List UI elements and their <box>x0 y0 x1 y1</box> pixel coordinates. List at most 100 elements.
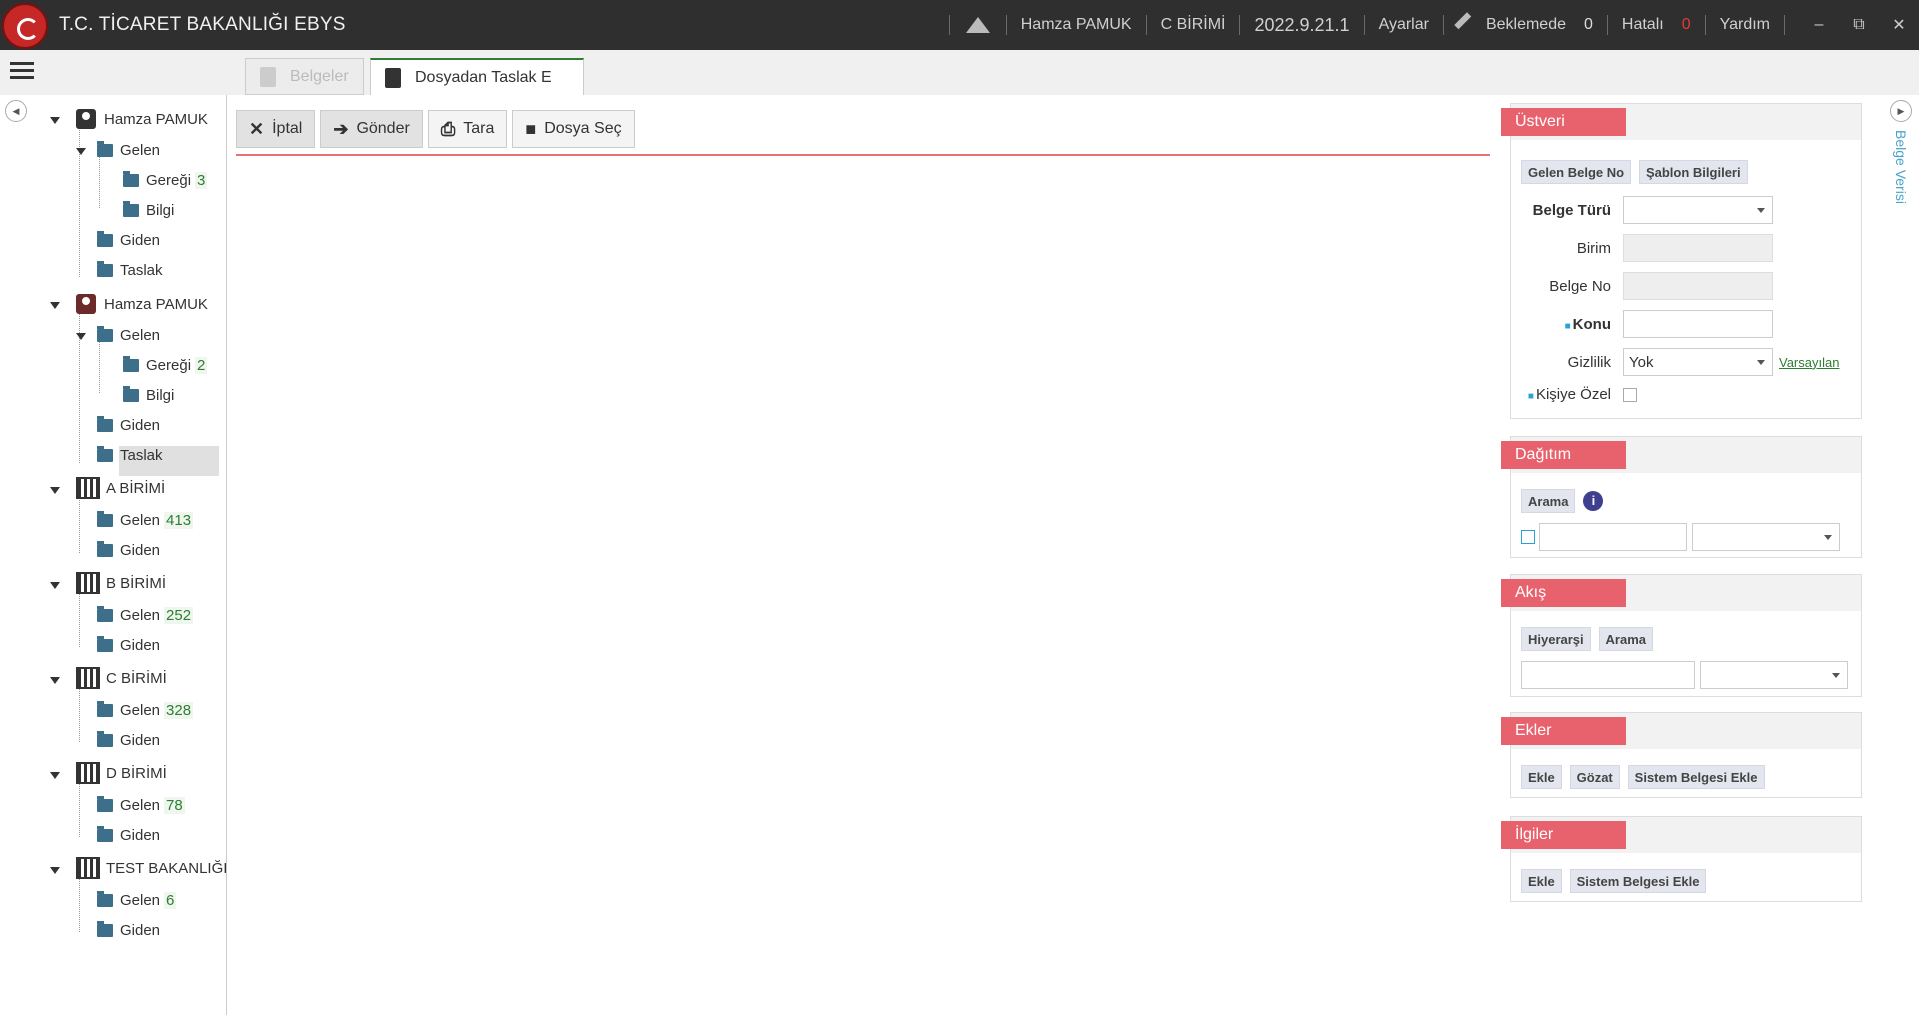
menu-icon[interactable] <box>10 62 34 80</box>
tree-node-taslak[interactable]: Taslak <box>97 259 163 281</box>
tree-node-giden[interactable]: Giden <box>97 824 160 846</box>
flow-section: Akış Hiyerarşi Arama <box>1501 574 1862 697</box>
related-add-system-doc-button[interactable]: Sistem Belgesi Ekle <box>1569 869 1707 893</box>
section-title: Dağıtım <box>1501 441 1626 469</box>
tree-node-gelen[interactable]: Gelen 328 <box>97 699 194 721</box>
document-icon <box>385 67 401 88</box>
tree-node-taslak[interactable]: Taslak <box>97 444 163 466</box>
scan-button[interactable]: ⎙ Tara <box>427 110 508 148</box>
doc-type-select[interactable] <box>1623 196 1773 224</box>
close-button[interactable]: ✕ <box>1879 15 1919 35</box>
user-badge-icon <box>76 294 96 314</box>
flow-input[interactable] <box>1521 661 1695 689</box>
tree-node-giden[interactable]: Giden <box>97 919 160 941</box>
tree-node-gelen[interactable]: Gelen <box>97 139 160 161</box>
tree-node-giden[interactable]: Giden <box>97 729 160 751</box>
folder-icon <box>123 355 139 372</box>
unit-label: Birim <box>1576 239 1611 257</box>
send-button[interactable]: ➔ Gönder <box>320 110 423 148</box>
folder-icon <box>97 325 113 342</box>
close-icon: ✕ <box>249 118 265 139</box>
tree-node-bilgi[interactable]: Bilgi <box>123 199 174 221</box>
settings-link[interactable]: Ayarlar <box>1379 16 1429 34</box>
info-icon[interactable]: i <box>1583 491 1604 511</box>
flow-search-button[interactable]: Arama <box>1598 627 1654 651</box>
chevron-down-icon <box>1832 673 1840 678</box>
document-data-side-tab[interactable]: Belge Verisi <box>1893 130 1909 204</box>
tree-node-user1[interactable]: Hamza PAMUK <box>76 108 208 130</box>
tree-node-gelen[interactable]: Gelen 6 <box>97 889 177 911</box>
browse-button[interactable]: Gözat <box>1569 765 1620 789</box>
flow-select[interactable] <box>1700 661 1848 689</box>
section-title: Akış <box>1501 579 1626 607</box>
document-icon <box>260 66 276 87</box>
privacy-label: Gizlilik <box>1567 353 1611 371</box>
tree-node-user2[interactable]: Hamza PAMUK <box>76 293 208 315</box>
tree-node-geregi[interactable]: Gereği 3 <box>123 169 208 191</box>
personal-checkbox[interactable] <box>1623 387 1637 402</box>
user-name[interactable]: Hamza PAMUK <box>1021 16 1132 34</box>
default-link[interactable]: Varsayılan <box>1779 355 1839 370</box>
tab-dosyadan-taslak[interactable]: Dosyadan Taslak E <box>370 58 584 95</box>
pending-label[interactable]: Beklemede <box>1486 16 1566 34</box>
unit-field <box>1623 234 1773 262</box>
tree-node-unit-c[interactable]: C BİRİMİ <box>76 667 167 689</box>
distribution-checkbox[interactable] <box>1521 530 1535 544</box>
top-right-menu: Hamza PAMUK C BİRİMİ 2022.9.21.1 Ayarlar… <box>935 0 1919 50</box>
chevron-down-icon <box>1757 360 1765 365</box>
chevron-down-icon <box>1824 535 1832 540</box>
tree-node-giden[interactable]: Giden <box>97 414 160 436</box>
privacy-select[interactable]: Yok <box>1623 348 1773 376</box>
tab-label: Dosyadan Taslak E <box>415 68 552 86</box>
restore-button[interactable]: ⧉ <box>1839 16 1879 34</box>
tree-node-gelen[interactable]: Gelen 252 <box>97 604 194 626</box>
doc-no-label: Belge No <box>1549 277 1611 295</box>
folder-icon <box>97 920 113 937</box>
tree-node-gelen[interactable]: Gelen 78 <box>97 794 185 816</box>
distribution-select[interactable] <box>1692 523 1840 551</box>
subject-label: Konu <box>1572 315 1611 333</box>
template-info-button[interactable]: Şablon Bilgileri <box>1638 160 1748 184</box>
unit-name[interactable]: C BİRİMİ <box>1161 16 1226 34</box>
hierarchy-button[interactable]: Hiyerarşi <box>1521 627 1591 651</box>
subject-field[interactable] <box>1623 310 1773 338</box>
collapse-left-icon[interactable]: ◀ <box>5 100 27 122</box>
incoming-doc-no-button[interactable]: Gelen Belge No <box>1521 160 1632 184</box>
folder-icon <box>97 795 113 812</box>
printer-icon: ⎙ <box>440 118 456 139</box>
folder-icon <box>97 140 113 157</box>
building-icon <box>76 762 100 784</box>
folder-icon <box>97 230 113 247</box>
tab-belgeler[interactable]: Belgeler <box>245 58 364 95</box>
tree-node-gelen[interactable]: Gelen 413 <box>97 509 194 531</box>
building-icon <box>76 477 100 499</box>
tree-node-unit-d[interactable]: D BİRİMİ <box>76 762 167 784</box>
tree-node-unit-a[interactable]: A BİRİMİ <box>76 477 165 499</box>
add-system-doc-button[interactable]: Sistem Belgesi Ekle <box>1627 765 1765 789</box>
folder-icon <box>123 200 139 217</box>
choose-file-button[interactable]: ■ Dosya Seç <box>512 110 635 148</box>
minimize-button[interactable]: – <box>1799 16 1839 34</box>
tree-node-geregi[interactable]: Gereği 2 <box>123 354 208 376</box>
related-add-button[interactable]: Ekle <box>1521 869 1562 893</box>
top-bar: T.C. TİCARET BAKANLIĞI EBYS Hamza PAMUK … <box>0 0 1919 50</box>
folder-icon <box>97 445 113 462</box>
toolbar-divider <box>236 154 1490 156</box>
folder-icon <box>97 700 113 717</box>
announcement-icon[interactable] <box>964 17 992 33</box>
tree-node-giden[interactable]: Giden <box>97 634 160 656</box>
help-link[interactable]: Yardım <box>1720 16 1770 34</box>
distribution-input[interactable] <box>1539 523 1687 551</box>
pending-count: 0 <box>1584 16 1593 33</box>
collapse-right-icon[interactable]: ▶ <box>1890 100 1912 122</box>
tree-node-giden[interactable]: Giden <box>97 229 160 251</box>
error-label[interactable]: Hatalı <box>1622 16 1664 34</box>
tree-node-bilgi[interactable]: Bilgi <box>123 384 174 406</box>
cancel-button[interactable]: ✕ İptal <box>236 110 316 148</box>
tree-node-test-ministry[interactable]: TEST BAKANLIĞI <box>76 857 227 879</box>
attach-add-button[interactable]: Ekle <box>1521 765 1562 789</box>
tree-node-gelen[interactable]: Gelen <box>97 324 160 346</box>
distribution-search-button[interactable]: Arama <box>1521 489 1576 513</box>
tree-node-giden[interactable]: Giden <box>97 539 160 561</box>
tree-node-unit-b[interactable]: B BİRİMİ <box>76 572 166 594</box>
